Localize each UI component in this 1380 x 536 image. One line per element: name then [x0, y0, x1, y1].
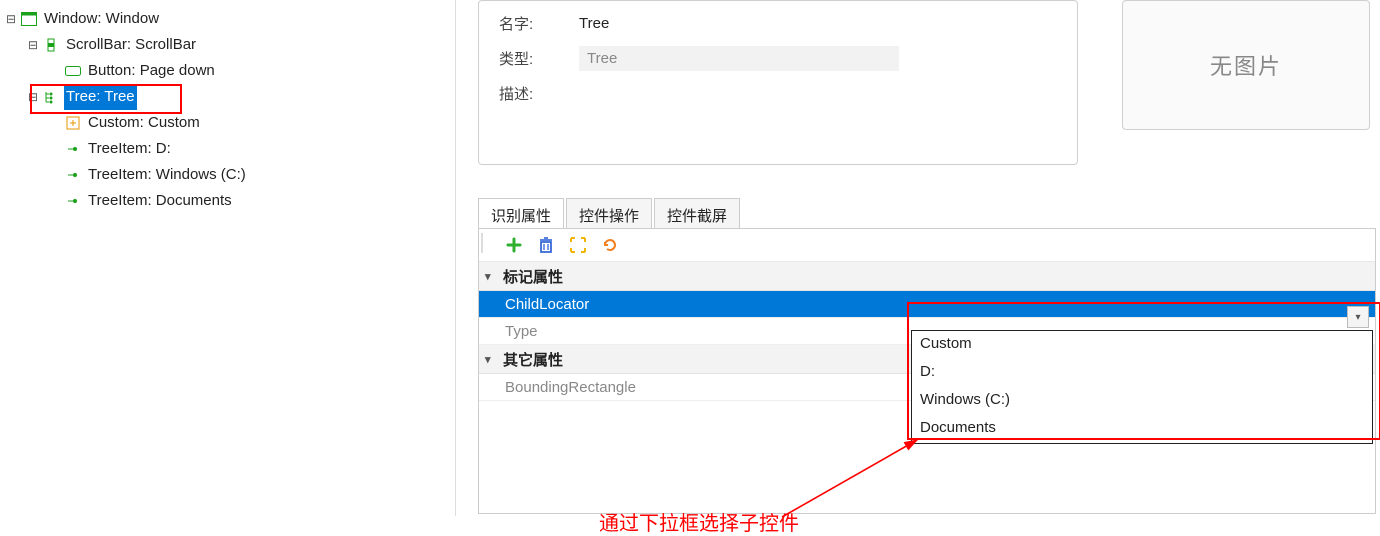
row-childlocator[interactable]: ChildLocator [479, 291, 1375, 318]
tree-item-label: TreeItem: D: [86, 136, 173, 162]
toolbar-divider [481, 233, 483, 253]
section-label: 其它属性 [503, 349, 563, 370]
identify-properties-panel: ▾ 标记属性 ChildLocator Type ▾ 其它属性 Bounding… [478, 228, 1376, 514]
highlight-button[interactable] [567, 234, 589, 256]
no-image-text: 无图片 [1210, 49, 1282, 81]
button-icon [64, 62, 82, 80]
annotation-text: 通过下拉框选择子控件 [599, 507, 799, 536]
expander-icon[interactable]: ⊟ [26, 32, 40, 58]
property-summary-panel: 名字: Tree 类型: Tree 描述: [478, 0, 1078, 165]
tree-item-label: Custom: Custom [86, 110, 202, 136]
prop-type-value: Tree [579, 46, 899, 71]
section-marker-properties[interactable]: ▾ 标记属性 [479, 262, 1375, 291]
dropdown-option-d[interactable]: D: [912, 359, 1372, 387]
custom-icon [64, 114, 82, 132]
dropdown-option-documents[interactable]: Documents [912, 415, 1372, 443]
treeitem-icon [64, 192, 82, 210]
tree-item-d[interactable]: TreeItem: D: [4, 136, 451, 162]
tab-strip: 识别属性 控件操作 控件截屏 [478, 198, 742, 231]
treeitem-icon [64, 140, 82, 158]
cell-key-bounding: BoundingRectangle [479, 379, 909, 396]
tree-item-button[interactable]: Button: Page down [4, 58, 451, 84]
window-icon [20, 10, 38, 28]
prop-type-label: 类型: [499, 48, 579, 69]
tree-item-window[interactable]: ⊟ Window: Window [4, 6, 451, 32]
chevron-down-icon: ▾ [485, 353, 499, 366]
delete-button[interactable] [535, 234, 557, 256]
dropdown-toggle-button[interactable]: ▾ [1347, 306, 1369, 328]
tree-item-label: Window: Window [42, 6, 161, 32]
dropdown-option-custom[interactable]: Custom [912, 331, 1372, 359]
tree-item-label: TreeItem: Documents [86, 188, 234, 214]
scrollbar-icon [42, 36, 60, 54]
tree-icon [42, 88, 60, 106]
tree-item-custom[interactable]: Custom: Custom [4, 110, 451, 136]
preview-image-box: 无图片 [1122, 0, 1370, 130]
ui-element-tree: ⊟ Window: Window ⊟ ScrollBar: ScrollBar … [0, 0, 455, 220]
tree-item-label: ScrollBar: ScrollBar [64, 32, 198, 58]
prop-desc-label: 描述: [499, 83, 579, 104]
tree-item-scrollbar[interactable]: ⊟ ScrollBar: ScrollBar [4, 32, 451, 58]
section-label: 标记属性 [503, 266, 563, 287]
treeitem-icon [64, 166, 82, 184]
cell-key-type: Type [479, 323, 909, 340]
tree-item-documents[interactable]: TreeItem: Documents [4, 188, 451, 214]
tree-item-label: Tree: Tree [64, 84, 137, 110]
prop-name-label: 名字: [499, 13, 579, 34]
chevron-down-icon: ▾ [485, 270, 499, 283]
dropdown-option-windows-c[interactable]: Windows (C:) [912, 387, 1372, 415]
expander-icon[interactable]: ⊟ [26, 84, 40, 110]
tree-item-label: Button: Page down [86, 58, 217, 84]
childlocator-dropdown: ▾ Custom D: Windows (C:) Documents [911, 330, 1373, 444]
expander-icon[interactable]: ⊟ [4, 6, 18, 32]
tab-identify-properties[interactable]: 识别属性 [478, 198, 564, 231]
tab-control-operations[interactable]: 控件操作 [566, 198, 652, 231]
tree-item-windows-c[interactable]: TreeItem: Windows (C:) [4, 162, 451, 188]
tree-panel: ⊟ Window: Window ⊟ ScrollBar: ScrollBar … [0, 0, 456, 516]
cell-key-childlocator: ChildLocator [479, 296, 909, 313]
annotation-arrow-icon [777, 432, 927, 522]
dropdown-list: Custom D: Windows (C:) Documents [911, 330, 1373, 444]
prop-name-value: Tree [579, 15, 609, 32]
tab-control-screenshot[interactable]: 控件截屏 [654, 198, 740, 231]
property-grid: ▾ 标记属性 ChildLocator Type ▾ 其它属性 Bounding… [479, 262, 1375, 401]
chevron-down-icon: ▾ [1355, 312, 1360, 323]
add-button[interactable] [503, 234, 525, 256]
tree-item-label: TreeItem: Windows (C:) [86, 162, 248, 188]
tree-item-tree[interactable]: ⊟ Tree: Tree [4, 84, 451, 110]
refresh-button[interactable] [599, 234, 621, 256]
grid-toolbar [479, 229, 1375, 262]
